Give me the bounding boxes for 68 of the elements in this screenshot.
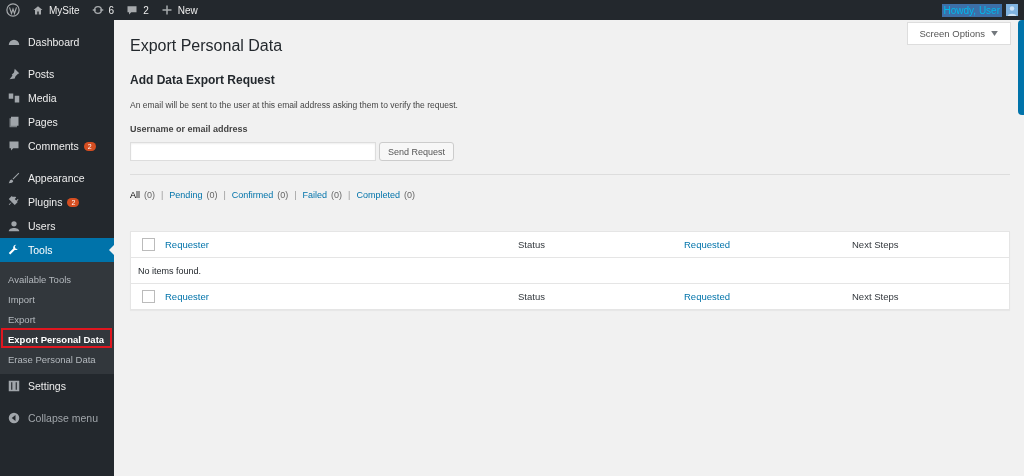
sortable-column-header[interactable]: Requested bbox=[684, 291, 852, 302]
send-request-button[interactable]: Send Request bbox=[379, 142, 455, 161]
sortable-column-header[interactable]: Requester bbox=[165, 239, 518, 250]
column-header: Next Steps bbox=[852, 291, 899, 302]
column-header: Status bbox=[518, 239, 546, 250]
submenu-item[interactable]: Available Tools bbox=[1, 268, 112, 288]
field-label: Username or email address bbox=[130, 124, 249, 134]
menu-item[interactable]: Tools bbox=[0, 238, 114, 262]
select-all-checkbox[interactable] bbox=[142, 290, 155, 303]
wordpress-logo-icon[interactable] bbox=[6, 3, 20, 17]
plus-icon bbox=[160, 4, 173, 16]
side-panel-handle[interactable] bbox=[1018, 20, 1024, 115]
filter-link[interactable]: Confirmed bbox=[231, 190, 274, 200]
filter-count: (0) bbox=[277, 190, 289, 200]
separator-text: | bbox=[223, 190, 226, 200]
separator-text: | bbox=[348, 190, 351, 200]
brush-icon bbox=[8, 172, 20, 184]
filter-link[interactable]: Pending bbox=[169, 190, 203, 200]
menu-item[interactable]: Media bbox=[0, 86, 114, 110]
caret-icon bbox=[991, 31, 998, 36]
sortable-column-header[interactable]: Requester bbox=[165, 291, 518, 302]
menu-item[interactable]: Settings bbox=[0, 374, 114, 398]
comments-link[interactable]: 2 bbox=[126, 4, 149, 16]
filter-count: (0) bbox=[331, 190, 343, 200]
media-icon bbox=[8, 92, 20, 104]
pin-icon bbox=[8, 68, 20, 80]
email-input-field[interactable] bbox=[130, 142, 376, 161]
separator-text: | bbox=[294, 190, 297, 200]
screen-options-button[interactable]: Screen Options bbox=[907, 23, 1010, 44]
menu-item[interactable]: Posts bbox=[0, 62, 114, 86]
filter-link[interactable]: Completed bbox=[356, 190, 400, 200]
separator-text: | bbox=[161, 190, 164, 200]
submenu-item[interactable]: Erase Personal Data bbox=[1, 348, 112, 368]
filter-count: (0) bbox=[206, 190, 218, 200]
user-icon bbox=[8, 220, 20, 232]
submenu-item[interactable]: Export bbox=[1, 308, 112, 328]
menu-item[interactable]: Appearance bbox=[0, 166, 114, 190]
refresh-icon bbox=[91, 4, 104, 16]
submenu-item[interactable]: Export Personal Data bbox=[1, 328, 112, 348]
page-title: Export Personal Data bbox=[130, 37, 283, 55]
description-text: An email will be sent to the user at this email address asking them to verify the request. bbox=[130, 100, 459, 110]
home-icon bbox=[32, 4, 44, 16]
sortable-column-header[interactable]: Requested bbox=[684, 239, 852, 250]
filter-link[interactable]: Failed bbox=[302, 190, 328, 200]
select-all-checkbox[interactable] bbox=[142, 238, 155, 251]
column-header: Status bbox=[518, 291, 546, 302]
menu-item[interactable]: Users bbox=[0, 214, 114, 238]
comment-icon bbox=[126, 4, 139, 16]
filter-count: (0) bbox=[404, 190, 415, 200]
sliders-icon bbox=[8, 380, 20, 392]
empty-message: No items found. bbox=[138, 265, 202, 276]
collapse-icon bbox=[8, 412, 20, 424]
avatar-icon[interactable] bbox=[1006, 4, 1018, 16]
pages-icon bbox=[8, 116, 20, 128]
menu-item[interactable]: Dashboard bbox=[0, 30, 114, 54]
filter-link[interactable]: All bbox=[130, 190, 140, 200]
site-link[interactable]: MySite bbox=[32, 4, 80, 16]
collapse-menu-button[interactable]: Collapse menu bbox=[0, 406, 114, 430]
comment-icon bbox=[8, 140, 20, 152]
section-heading: Add Data Export Request bbox=[130, 73, 276, 87]
filter-count: (0) bbox=[144, 190, 155, 200]
submenu-item[interactable]: Import bbox=[1, 288, 112, 308]
plug-icon bbox=[8, 196, 20, 208]
column-header: Next Steps bbox=[852, 239, 899, 250]
menu-item[interactable]: Pages bbox=[0, 110, 114, 134]
new-link[interactable]: New bbox=[160, 4, 198, 16]
updates-link[interactable]: 6 bbox=[91, 4, 115, 16]
wrench-icon bbox=[8, 244, 20, 256]
